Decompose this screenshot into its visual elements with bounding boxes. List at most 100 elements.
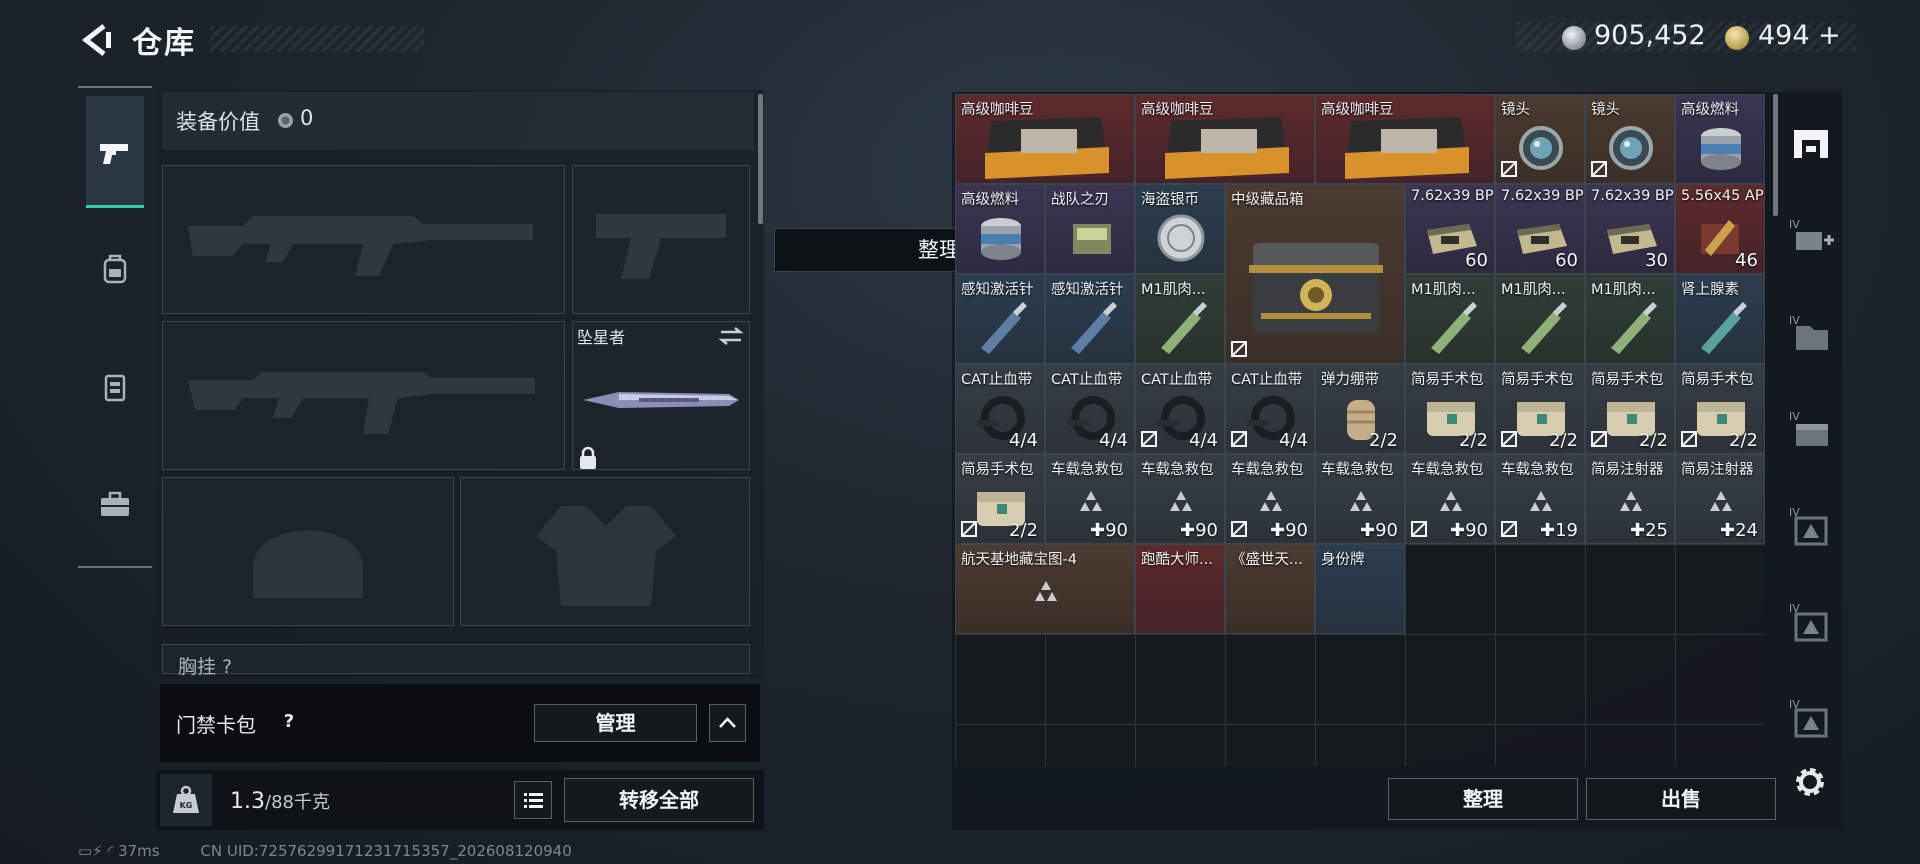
inventory-item[interactable]: 镜头 [1495, 94, 1585, 184]
tier4-folder-icon[interactable]: IV [1786, 310, 1836, 356]
item-count: 2/2 [1369, 430, 1398, 451]
inventory-item[interactable]: 镜头 [1585, 94, 1675, 184]
item-name: 车载急救包 [1321, 462, 1394, 478]
svg-text:IV: IV [1789, 314, 1800, 327]
primary-weapon-slot[interactable] [162, 165, 565, 314]
sell-button[interactable]: 出售 [1586, 778, 1776, 820]
inventory-item[interactable]: 简易手术包 2/2 [1675, 364, 1765, 454]
inventory-item[interactable]: 肾上腺素 [1675, 274, 1765, 364]
inventory-item[interactable]: 简易手术包 2/2 [1585, 364, 1675, 454]
inventory-item[interactable]: 感知激活针 [955, 274, 1045, 364]
armor-slot[interactable] [460, 477, 750, 626]
tier4-storage-icon[interactable]: IV [1786, 214, 1836, 260]
inventory-item[interactable]: M1肌肉... [1405, 274, 1495, 364]
inventory-item[interactable]: 海盗银币 [1135, 184, 1225, 274]
inventory-item[interactable]: 简易注射器 ✚25 [1585, 454, 1675, 544]
item-art-icon [1061, 300, 1121, 360]
briefcase-icon[interactable] [96, 486, 134, 524]
inventory-item[interactable]: 车载急救包 ✚19 [1495, 454, 1585, 544]
inventory-item[interactable]: 弹力绷带 2/2 [1315, 364, 1405, 454]
transfer-all-button[interactable]: 转移全部 [564, 778, 754, 822]
inventory-item[interactable]: 跑酷大师... [1135, 544, 1225, 634]
inventory-item[interactable]: CAT止血带 4/4 [1045, 364, 1135, 454]
inventory-item[interactable]: 车载急救包 ✚90 [1405, 454, 1495, 544]
item-name: 简易手术包 [1591, 372, 1664, 388]
collapse-toggle-button[interactable] [709, 704, 746, 742]
tier4-triangle-icon[interactable]: IV [1786, 502, 1836, 548]
silver-coin-icon [1562, 26, 1586, 50]
list-view-button[interactable] [514, 781, 552, 819]
sidearm-slot[interactable] [572, 165, 750, 314]
item-art-icon [1691, 300, 1751, 360]
inventory-item[interactable]: 7.62x39 BP 60 [1495, 184, 1585, 274]
inventory-item[interactable]: 高级燃料 [1675, 94, 1765, 184]
item-name: 7.62x39 BP [1411, 188, 1494, 204]
inventory-item[interactable]: 高级燃料 [955, 184, 1045, 274]
item-art-icon [1153, 210, 1209, 270]
inventory-item[interactable]: 中级藏品箱 [1225, 184, 1405, 364]
inventory-item[interactable]: 身份牌 [1315, 544, 1405, 634]
inventory-item[interactable]: 7.62x39 BP 30 [1585, 184, 1675, 274]
inventory-scrollbar[interactable] [1773, 94, 1778, 216]
backpack-icon[interactable] [96, 250, 134, 288]
item-name: 高级咖啡豆 [961, 102, 1034, 118]
inventory-item[interactable]: 车载急救包 ✚90 [1045, 454, 1135, 544]
back-arrow-icon[interactable] [76, 20, 116, 60]
inventory-item[interactable]: 航天基地藏宝图-4 [955, 544, 1135, 634]
item-name: 车载急救包 [1231, 462, 1304, 478]
helmet-silhouette-icon [253, 530, 363, 598]
gold-amount[interactable]: 494 + [1758, 20, 1841, 51]
tier4-triangle-icon[interactable]: IV [1786, 598, 1836, 644]
secondary-weapon-slot[interactable] [162, 321, 565, 470]
help-icon[interactable]: ? [276, 709, 302, 735]
inventory-item[interactable]: 5.56x45 APC 46 [1675, 184, 1765, 274]
inventory-item[interactable]: 高级咖啡豆 [1135, 94, 1315, 184]
gear-icon[interactable] [1790, 762, 1830, 802]
item-art-icon [1706, 489, 1736, 519]
inventory-item[interactable]: CAT止血带 4/4 [1135, 364, 1225, 454]
helmet-slot[interactable] [162, 477, 454, 626]
inventory-item[interactable]: 车载急救包 ✚90 [1135, 454, 1225, 544]
inventory-item[interactable]: 简易手术包 2/2 [955, 454, 1045, 544]
inventory-item[interactable]: CAT止血带 4/4 [955, 364, 1045, 454]
chest-rig-slot[interactable] [162, 644, 750, 674]
pistol-icon [100, 144, 128, 164]
inventory-item[interactable]: 简易手术包 2/2 [1405, 364, 1495, 454]
weight-current: 1.3 [230, 789, 265, 814]
item-count: 4/4 [1189, 430, 1218, 451]
inventory-item[interactable]: M1肌肉... [1495, 274, 1585, 364]
tier4-triangle-icon[interactable]: IV [1786, 694, 1836, 740]
swap-icon[interactable] [718, 326, 744, 346]
inventory-item[interactable]: 《盛世天... [1225, 544, 1315, 634]
silver-coin-icon [278, 113, 293, 128]
inventory-item[interactable]: 7.62x39 BP 60 [1405, 184, 1495, 274]
inventory-item[interactable]: 高级咖啡豆 [1315, 94, 1495, 184]
inventory-item[interactable]: M1肌肉... [1135, 274, 1225, 364]
svg-text:IV: IV [1789, 410, 1800, 423]
keycard-manage-button[interactable]: 管理 [534, 704, 697, 742]
inventory-item[interactable]: M1肌肉... [1585, 274, 1675, 364]
add-gold-button[interactable]: + [1818, 20, 1841, 51]
inventory-item[interactable]: 车载急救包 ✚90 [1315, 454, 1405, 544]
inventory-item[interactable]: 战队之刃 [1045, 184, 1135, 274]
item-name: 简易手术包 [1681, 372, 1754, 388]
inventory-item[interactable]: 车载急救包 ✚90 [1225, 454, 1315, 544]
pistol-silhouette-icon [596, 214, 726, 279]
inventory-item[interactable]: 高级咖啡豆 [955, 94, 1135, 184]
loadout-scrollbar[interactable] [758, 94, 763, 224]
uid-text: CN UID:72576299171231715357_202608120940 [200, 842, 572, 860]
no-tax-tag-icon [1231, 521, 1247, 537]
inventory-item[interactable]: 感知激活针 [1045, 274, 1135, 364]
warehouse-icon[interactable] [1786, 118, 1836, 164]
tier4-box-icon[interactable]: IV [1786, 406, 1836, 452]
inventory-item[interactable]: CAT止血带 4/4 [1225, 364, 1315, 454]
vest-icon[interactable] [96, 368, 134, 406]
item-name: 简易注射器 [1681, 462, 1754, 478]
item-count: 2/2 [1459, 430, 1488, 451]
sort-button[interactable]: 整理 [1388, 778, 1578, 820]
inventory-item[interactable]: 简易手术包 2/2 [1495, 364, 1585, 454]
item-art-icon [971, 300, 1031, 360]
no-tax-tag-icon [1681, 431, 1697, 447]
item-art-icon [1151, 300, 1211, 360]
inventory-item[interactable]: 简易注射器 ✚24 [1675, 454, 1765, 544]
